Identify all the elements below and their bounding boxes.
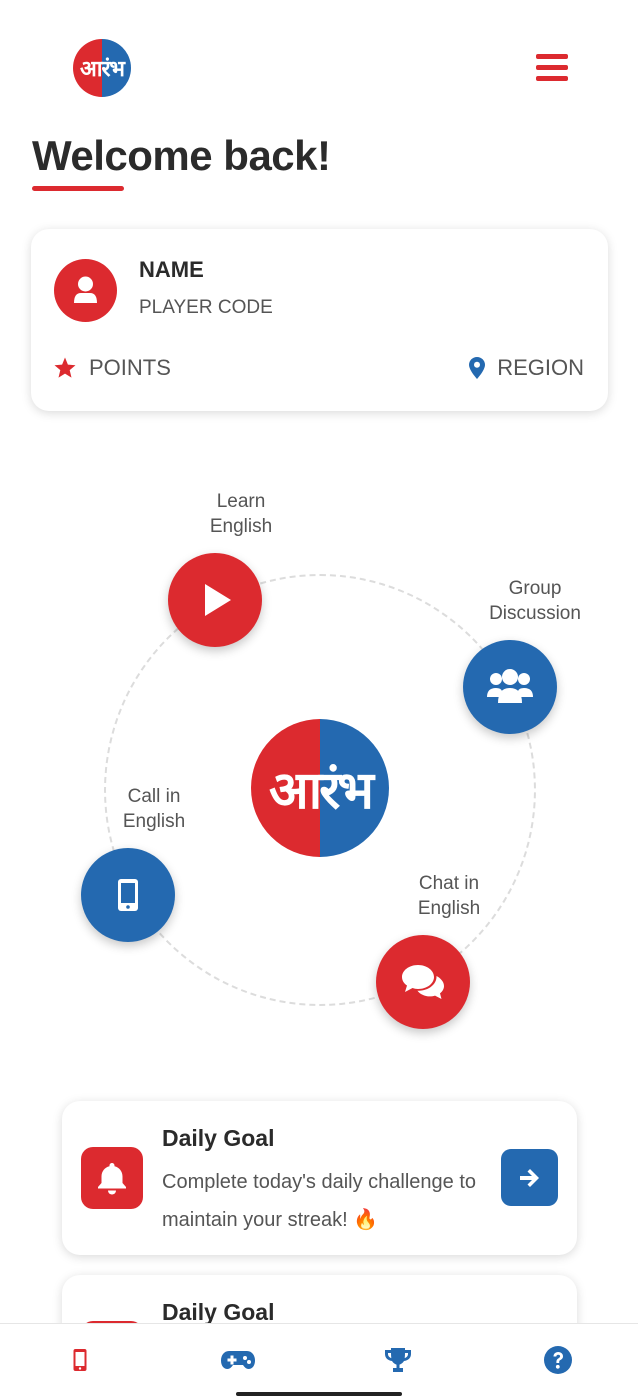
nav-help[interactable] [538, 1340, 578, 1380]
arrow-right-icon [519, 1168, 539, 1187]
gamepad-icon [221, 1351, 255, 1369]
avatar [54, 259, 117, 322]
daily-goal-card[interactable]: Daily Goal Complete today's daily challe… [62, 1101, 577, 1255]
region-stat: REGION [469, 355, 584, 381]
star-icon [54, 357, 76, 378]
group-discussion-button[interactable] [463, 640, 557, 734]
nav-leaderboard[interactable] [378, 1340, 418, 1380]
nav-games[interactable] [218, 1340, 258, 1380]
goal-icon-box [81, 1147, 143, 1209]
points-stat: POINTS [53, 355, 171, 381]
help-circle-icon [544, 1346, 572, 1374]
title-underline [32, 186, 124, 191]
center-logo: आरंभ [251, 719, 389, 857]
users-icon [487, 669, 533, 703]
goal-title: Daily Goal [162, 1125, 275, 1151]
bottom-navigation [0, 1323, 638, 1396]
region-label: REGION [497, 355, 584, 380]
user-icon [74, 276, 97, 303]
chat-bubbles-icon [402, 965, 444, 999]
player-code: PLAYER CODE [139, 297, 273, 318]
group-discussion-label: Group Discussion [489, 578, 581, 624]
bell-icon [98, 1163, 126, 1195]
chat-in-english-button[interactable] [376, 935, 470, 1029]
points-label: POINTS [89, 355, 171, 380]
hamburger-menu-icon[interactable] [534, 52, 570, 84]
learn-english-button[interactable] [168, 553, 262, 647]
call-in-english-button[interactable] [81, 848, 175, 942]
learn-english-label: Learn English [209, 491, 273, 537]
play-icon [205, 584, 231, 616]
logo-text: आरंभ [80, 57, 125, 82]
call-in-english-label: Call in English [122, 786, 186, 832]
goal-description: Complete today's daily challenge to main… [162, 1171, 477, 1231]
profile-card[interactable]: NAME PLAYER CODE POINTS REGION [31, 229, 608, 411]
goal-title-2: Daily Goal [162, 1299, 275, 1325]
nav-home-mobile[interactable] [60, 1340, 100, 1380]
player-name: NAME [139, 257, 204, 282]
mobile-phone-icon [118, 879, 138, 911]
location-pin-icon [469, 357, 486, 379]
arrow-right-button[interactable] [501, 1149, 558, 1206]
home-indicator [236, 1392, 402, 1396]
app-logo[interactable]: आरंभ [73, 39, 131, 97]
trophy-icon [385, 1348, 411, 1372]
chat-in-english-label: Chat in English [417, 873, 481, 919]
page-title: Welcome back! [32, 132, 331, 179]
center-logo-text: आरंभ [269, 760, 374, 821]
mobile-phone-icon [73, 1349, 87, 1371]
